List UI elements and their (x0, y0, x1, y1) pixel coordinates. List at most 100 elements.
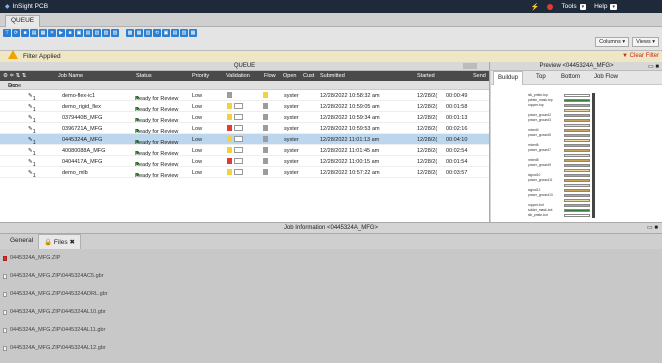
file-item[interactable]: 0445324A_MFG.ZIP\0445324AL11.gbr (3, 327, 105, 333)
panel-controls[interactable] (463, 63, 477, 69)
tools-menu[interactable]: Tools ▾ (561, 3, 587, 10)
validation-details-button[interactable] (234, 114, 243, 120)
col-flow[interactable]: Flow (264, 73, 276, 79)
tab-buildup[interactable]: Buildup (493, 71, 524, 85)
file-name: 0445324A_MFG.ZIP\0445324AL10.gbr (10, 309, 106, 315)
group-label: Done (8, 83, 22, 89)
toolbar-action-icon[interactable]: ▧ (102, 29, 110, 37)
validation-details-button[interactable] (234, 136, 243, 142)
validation-status-icon (227, 92, 232, 98)
file-item[interactable]: 0445324A_MFG.ZIP\0445324AL10.gbr (3, 309, 106, 315)
zip-file-icon (3, 255, 7, 261)
close-tab-icon[interactable]: ✖ (69, 239, 74, 246)
file-item[interactable]: 0445324A_MFG.ZIP\0445324AC5.gbr (3, 273, 104, 279)
table-row[interactable]: ✎ 1 demo-flex-ic1 ⚑ Ready for Review Low syst… (0, 90, 489, 102)
group-row-done[interactable]: ⊖▭ Done (0, 81, 489, 90)
tab-bottom[interactable]: Bottom (561, 74, 580, 80)
col-priority[interactable]: Priority (192, 73, 209, 79)
file-item[interactable]: 0445324A_MFG.ZIP\0445324AL12.gbr (3, 345, 106, 351)
revision-cell: ✎ 1 (28, 159, 36, 168)
file-name: 0445324A_MFG.ZIP (10, 255, 61, 261)
clear-filter-button[interactable]: ▼ Clear Filter (622, 53, 659, 59)
started-cell: 12/28/2( (417, 148, 438, 154)
tab-files[interactable]: 🔒 Files ✖ (38, 234, 81, 249)
job-name-cell: 40080088A_MFG (62, 148, 106, 154)
started-cell: 12/28/2( (417, 93, 438, 99)
flow-status-icon (263, 92, 268, 98)
table-row[interactable]: ✎ 1 demo_mlb ⚑ Ready for Review Low syster 12/… (0, 167, 489, 179)
columns-button[interactable]: Columns ▾ (595, 37, 630, 47)
col-validation[interactable]: Validation (226, 73, 250, 79)
revision-cell: ✎ 1 (28, 104, 36, 113)
submitted-cell: 12/28/2022 10:59:34 am (320, 115, 380, 121)
queue-panel: QUEUE ⚙ ≑ ⇅ ⇅ Job Name Status Priority V… (0, 62, 490, 222)
submitted-cell: 12/28/2022 11:01:13 am (320, 137, 380, 143)
open-by-cell: syster (284, 148, 299, 154)
validation-details-button[interactable] (234, 158, 243, 164)
priority-cell: Low (192, 104, 203, 110)
toolbar-action-icon[interactable]: ▣ (162, 29, 170, 37)
validation-details-button[interactable] (234, 103, 243, 109)
table-row[interactable]: ✎ 1 0404417A_MFG ⚑ Ready for Review Low syste… (0, 156, 489, 168)
table-row[interactable]: ✎ 1 40080088A_MFG ⚑ Ready for Review Low syst… (0, 145, 489, 157)
table-row[interactable]: ✎ 1 demo_rigid_flex ⚑ Ready for Review Low sy… (0, 101, 489, 113)
toolbar-action-icon[interactable]: ■ (21, 29, 29, 37)
priority-cell: Low (192, 115, 203, 121)
tab-top[interactable]: Top (536, 74, 546, 80)
toolbar-action-icon[interactable]: ▦ (189, 29, 197, 37)
toolbar-action-icon[interactable]: ▥ (180, 29, 188, 37)
validation-details-button[interactable] (234, 147, 243, 153)
submitted-cell: 12/28/2022 11:00:15 am (320, 159, 380, 165)
open-by-cell: syster (284, 93, 299, 99)
toolbar-action-icon[interactable]: ▤ (30, 29, 38, 37)
tools-menu-label: Tools (561, 3, 577, 10)
col-job-name[interactable]: Job Name (58, 73, 83, 79)
validation-details-button[interactable] (234, 125, 243, 131)
validation-details-button[interactable] (234, 169, 243, 175)
run-icon[interactable]: ⚡ (531, 3, 540, 11)
table-row[interactable]: ✎ 1 0379440B_MFG ⚑ Ready for Review Low syste… (0, 112, 489, 124)
views-button[interactable]: Views ▾ (632, 37, 659, 47)
started-cell: 12/28/2( (417, 104, 438, 110)
toolbar-action-icon[interactable]: ⊤ (3, 29, 11, 37)
toolbar-action-icon[interactable]: ▦ (135, 29, 143, 37)
toolbar-action-icon[interactable]: ▶ (57, 29, 65, 37)
submitted-cell: 12/28/2022 10:58:32 am (320, 93, 380, 99)
toolbar-action-icon[interactable]: ▦ (39, 29, 47, 37)
started-cell: 12/28/2( (417, 159, 438, 165)
col-submitted[interactable]: Submitted (320, 73, 345, 79)
job-information-window-controls[interactable]: ▭ ■ (647, 223, 658, 234)
toolbar-action-icon[interactable]: ▥ (144, 29, 152, 37)
col-status[interactable]: Status (136, 73, 152, 79)
file-item[interactable]: 0445324A_MFG.ZIP (3, 255, 60, 261)
preview-header: Preview <0445324A_MFG> ▭ ■ (491, 62, 662, 71)
toolbar-action-icon[interactable]: ⟲ (153, 29, 161, 37)
tab-queue[interactable]: QUEUE (5, 15, 41, 27)
priority-cell: Low (192, 93, 203, 99)
toolbar-action-icon[interactable]: ▨ (111, 29, 119, 37)
col-send[interactable]: Send (473, 73, 486, 79)
validation-status-icon (227, 114, 232, 120)
toolbar-action-icon[interactable]: ■ (66, 29, 74, 37)
queue-header: QUEUE (0, 62, 489, 71)
preview-title: Preview <0445324A_MFG> (539, 63, 614, 69)
column-controls-icon[interactable]: ⚙ ≑ ⇅ ⇅ (3, 73, 26, 79)
toolbar-action-icon[interactable]: ▥ (93, 29, 101, 37)
file-item[interactable]: 0445324A_MFG.ZIP\0445324ADRL.gbr (3, 291, 108, 297)
toolbar-action-icon[interactable]: ▤ (171, 29, 179, 37)
file-list: 0445324A_MFG.ZIP 0445324A_MFG.ZIP\0445324… (0, 249, 662, 363)
toolbar-action-icon[interactable]: ▩ (126, 29, 134, 37)
col-open[interactable]: Open (283, 73, 296, 79)
toolbar-action-icon[interactable]: ▣ (75, 29, 83, 37)
toolbar-action-icon[interactable]: ⟳ (12, 29, 20, 37)
toolbar-action-icon[interactable]: ✕ (48, 29, 56, 37)
col-cust[interactable]: Cust (303, 73, 314, 79)
col-started[interactable]: Started (417, 73, 435, 79)
table-row[interactable]: ✎ 1 0396721A_MFG ⚑ Ready for Review Low syste… (0, 123, 489, 135)
tab-job-flow[interactable]: Job Flow (594, 74, 618, 80)
tab-general[interactable]: General (10, 237, 33, 244)
flow-status-icon (263, 147, 268, 153)
toolbar-action-icon[interactable]: ▤ (84, 29, 92, 37)
table-row[interactable]: ✎ 1 0445324A_MFG ⚑ Ready for Review Low syste… (0, 134, 489, 146)
help-menu[interactable]: Help ▾ (594, 3, 617, 10)
